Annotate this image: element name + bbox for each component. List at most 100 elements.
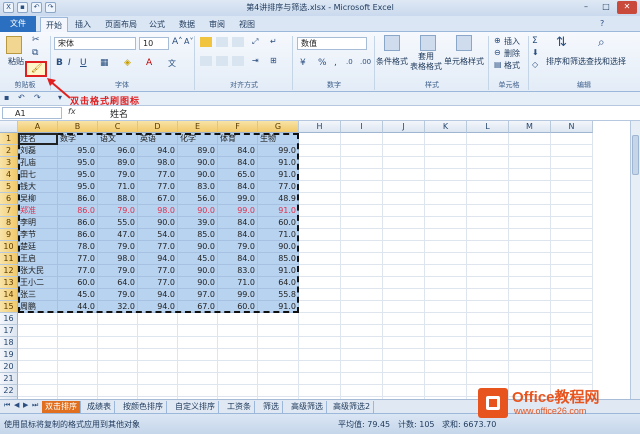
table-cell[interactable]: 91.0 [258,169,299,181]
row-header[interactable]: 17 [0,325,18,337]
table-cell[interactable]: 54.0 [138,229,178,241]
tab-view[interactable]: 视图 [236,17,258,32]
empty-cell[interactable] [551,325,593,337]
row-header[interactable]: 20 [0,361,18,373]
orientation-icon[interactable]: ⤢ [252,37,258,47]
empty-cell[interactable] [509,241,551,253]
column-header[interactable]: B [58,121,98,133]
redo-icon[interactable]: ↷ [34,93,41,102]
table-cell[interactable]: 79.0 [98,169,138,181]
empty-cell[interactable] [299,229,341,241]
row-header[interactable]: 2 [0,145,18,157]
empty-cell[interactable] [467,157,509,169]
empty-cell[interactable] [509,253,551,265]
table-cell[interactable]: 84.0 [218,253,258,265]
empty-cell[interactable] [18,349,58,361]
empty-cell[interactable] [551,361,593,373]
table-cell[interactable]: 99.0 [218,205,258,217]
percent-icon[interactable]: % [318,58,327,68]
tab-insert[interactable]: 插入 [72,17,94,32]
table-cell[interactable]: 90.0 [138,217,178,229]
empty-cell[interactable] [18,337,58,349]
comma-icon[interactable]: , [334,58,337,68]
empty-cell[interactable] [509,133,551,145]
table-format-button[interactable]: 套用 表格格式 [410,52,442,72]
empty-cell[interactable] [299,349,341,361]
empty-cell[interactable] [509,217,551,229]
empty-cell[interactable] [383,277,425,289]
empty-cell[interactable] [299,289,341,301]
empty-cell[interactable] [58,373,98,385]
table-cell[interactable]: 94.0 [138,145,178,157]
empty-cell[interactable] [509,361,551,373]
table-header-cell[interactable]: 数学 [58,133,98,145]
table-cell[interactable]: 45.0 [178,253,218,265]
empty-cell[interactable] [299,277,341,289]
table-header-cell[interactable]: 生物 [258,133,299,145]
empty-cell[interactable] [467,193,509,205]
column-header[interactable]: L [467,121,509,133]
empty-cell[interactable] [383,325,425,337]
empty-cell[interactable] [341,289,383,301]
empty-cell[interactable] [383,133,425,145]
table-cell[interactable]: 64.0 [258,277,299,289]
row-header[interactable]: 9 [0,229,18,241]
table-cell[interactable]: 79.0 [98,265,138,277]
table-cell[interactable]: 94.0 [138,253,178,265]
table-cell[interactable]: 64.0 [98,277,138,289]
tab-formulas[interactable]: 公式 [146,17,168,32]
empty-cell[interactable] [299,169,341,181]
empty-cell[interactable] [467,205,509,217]
empty-cell[interactable] [218,325,258,337]
table-cell[interactable]: 77.0 [138,181,178,193]
table-cell[interactable]: 王小二 [18,277,58,289]
table-cell[interactable]: 95.0 [58,181,98,193]
table-cell[interactable]: 79.0 [98,289,138,301]
table-cell[interactable]: 99.0 [218,193,258,205]
empty-cell[interactable] [383,205,425,217]
empty-cell[interactable] [341,313,383,325]
table-cell[interactable]: 张大民 [18,265,58,277]
number-format-box[interactable]: 数值 [297,37,367,50]
table-cell[interactable]: 86.0 [58,205,98,217]
undo-icon[interactable]: ↶ [18,93,25,102]
table-cell[interactable]: 94.0 [138,301,178,313]
empty-cell[interactable] [299,361,341,373]
indent-icon[interactable]: ⇥ [252,56,259,65]
paste-icon[interactable] [6,36,22,54]
empty-cell[interactable] [383,253,425,265]
row-header[interactable]: 3 [0,157,18,169]
find-select-button[interactable]: 查找和选择 [586,56,626,67]
empty-cell[interactable] [218,373,258,385]
empty-cell[interactable] [341,241,383,253]
sheet-tab[interactable]: 双击排序 [42,401,81,413]
align-left-icon[interactable] [200,56,212,66]
table-cell[interactable]: 83.0 [218,265,258,277]
table-cell[interactable]: 79.0 [98,241,138,253]
table-cell[interactable]: 67.0 [138,193,178,205]
table-cell[interactable]: 90.0 [178,157,218,169]
empty-cell[interactable] [178,373,218,385]
sheet-tab[interactable]: 自定义排序 [172,401,219,413]
table-cell[interactable]: 90.0 [178,277,218,289]
sheet-tab[interactable]: 按颜色排序 [120,401,167,413]
column-header[interactable]: N [551,121,593,133]
table-cell[interactable]: 李节 [18,229,58,241]
empty-cell[interactable] [18,313,58,325]
delete-cells-icon[interactable]: ⊖ [494,48,501,57]
empty-cell[interactable] [383,289,425,301]
empty-cell[interactable] [425,217,467,229]
empty-cell[interactable] [58,361,98,373]
tab-home[interactable]: 开始 [40,17,68,32]
empty-cell[interactable] [425,325,467,337]
empty-cell[interactable] [341,349,383,361]
empty-cell[interactable] [178,385,218,397]
empty-cell[interactable] [138,349,178,361]
empty-cell[interactable] [467,181,509,193]
empty-cell[interactable] [138,361,178,373]
empty-cell[interactable] [383,385,425,397]
empty-cell[interactable] [467,265,509,277]
empty-cell[interactable] [467,253,509,265]
table-cell[interactable]: 67.0 [178,301,218,313]
table-cell[interactable]: 78.0 [58,241,98,253]
